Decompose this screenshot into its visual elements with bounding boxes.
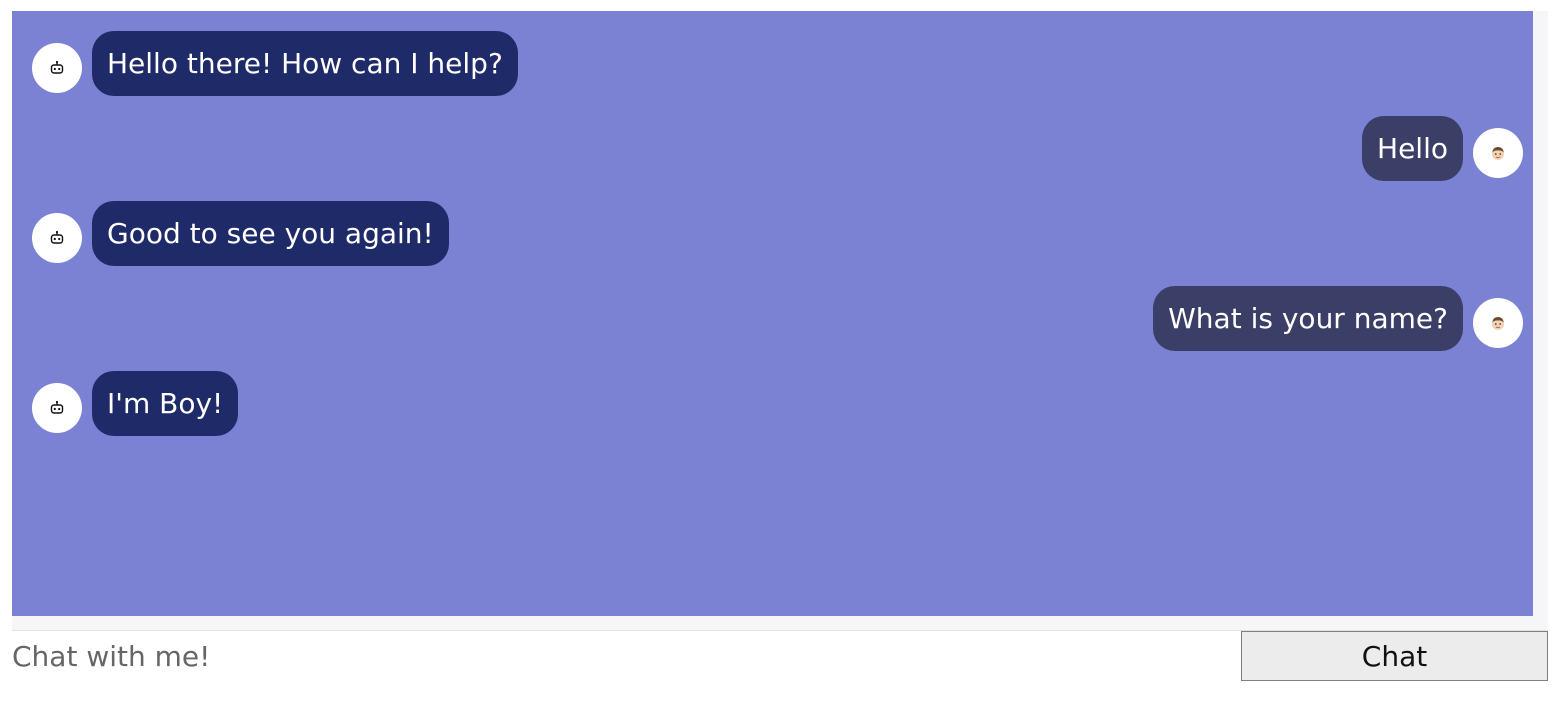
robot-icon	[50, 60, 64, 74]
robot-icon	[50, 230, 64, 244]
man-face-icon	[1492, 147, 1504, 160]
chat-send-button[interactable]: Chat	[1241, 631, 1548, 681]
user-avatar	[1473, 128, 1523, 178]
bot-avatar	[32, 383, 82, 433]
message-bubble: Hello	[1362, 116, 1463, 181]
chat-message-bot: I'm Boy!	[32, 371, 332, 436]
user-avatar	[1473, 298, 1523, 348]
chat-input[interactable]	[12, 631, 1237, 681]
message-bubble: Hello there! How can I help?	[92, 31, 518, 96]
bot-avatar	[32, 213, 82, 263]
robot-icon	[50, 400, 64, 414]
message-bubble: I'm Boy!	[92, 371, 239, 436]
chat-message-user: What is your name?	[1103, 286, 1523, 351]
man-face-icon	[1492, 317, 1504, 330]
chat-input-bar	[12, 631, 1237, 681]
message-bubble: What is your name?	[1153, 286, 1463, 351]
chat-app: Hello there! How can I help? Hello Good …	[0, 0, 1561, 726]
chat-messages-area[interactable]: Hello there! How can I help? Hello Good …	[12, 11, 1533, 616]
chat-message-user: Hello	[1323, 116, 1523, 181]
bot-avatar	[32, 43, 82, 93]
chat-message-bot: Good to see you again!	[32, 201, 532, 266]
chat-message-bot: Hello there! How can I help?	[32, 31, 532, 96]
message-bubble: Good to see you again!	[92, 201, 449, 266]
